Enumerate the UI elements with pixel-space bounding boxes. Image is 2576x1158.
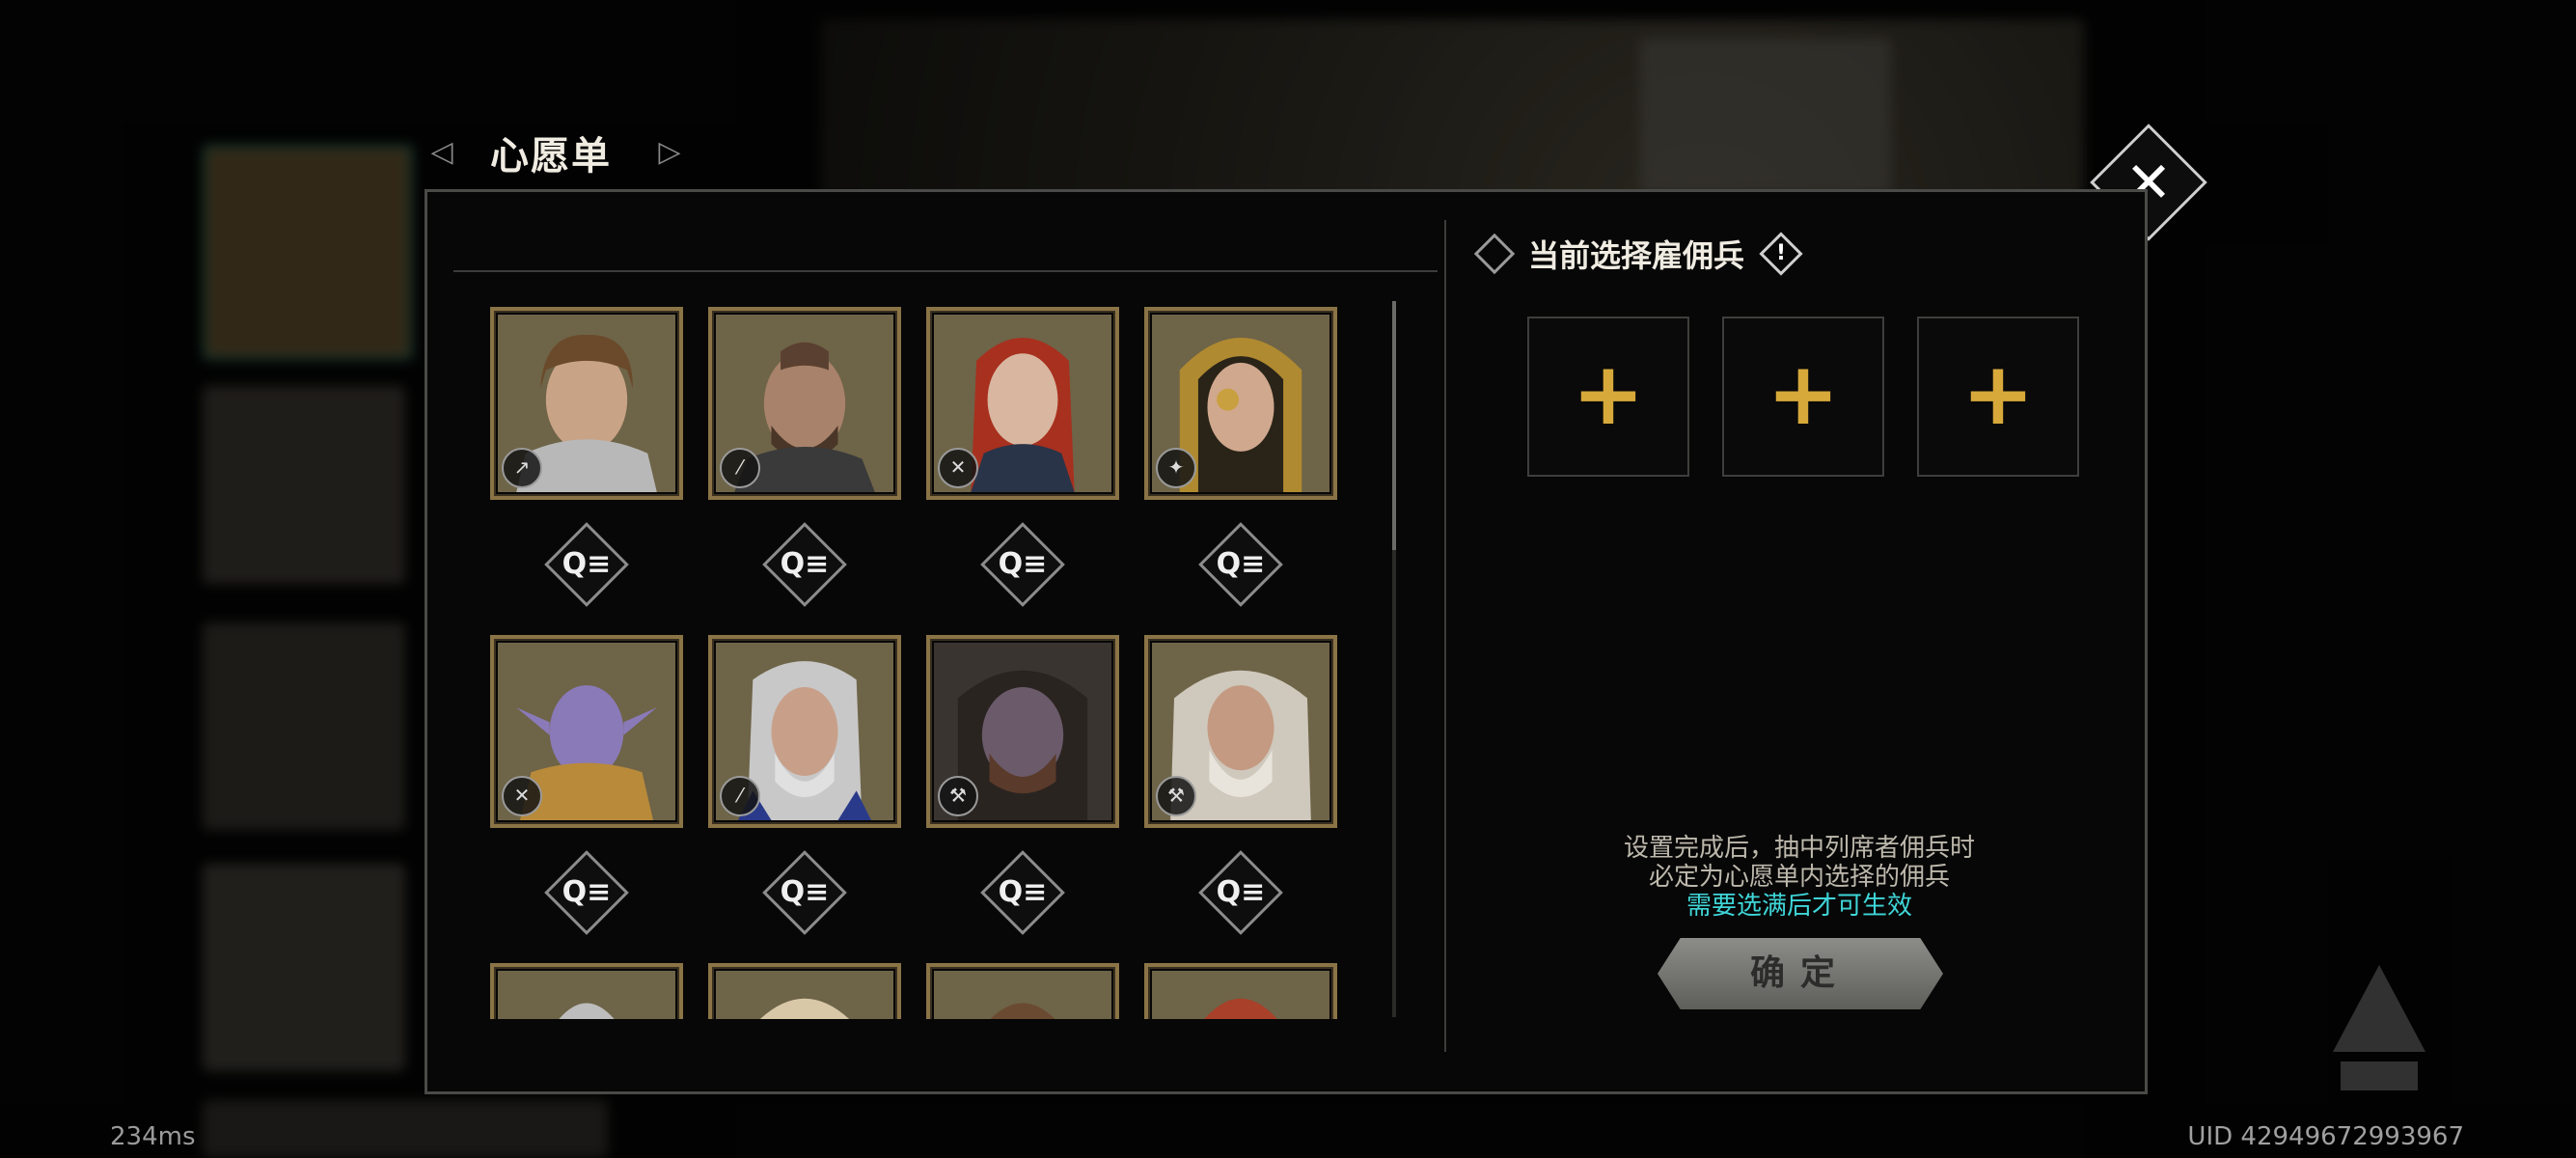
mercenary-grid: ↗ ⁄ ✕ ✦ Q≡ Q≡ Q≡ Q≡ ✕ ⁄ ⚒ ⚒ Q≡ Q≡ Q≡ Q≡ [488,307,1395,1019]
mercenary-card[interactable]: ⚒ [1144,635,1337,828]
search-detail-icon: Q≡ [562,547,612,581]
mercenary-portrait [934,971,1111,1019]
search-detail-icon: Q≡ [562,875,612,909]
view-details-button[interactable]: Q≡ [1198,522,1283,607]
selection-slot-3[interactable]: + [1917,317,2079,477]
selection-title: 当前选择雇佣兵 [1528,237,1745,274]
mercenary-card[interactable]: ↗ [490,307,683,500]
view-details-button[interactable]: Q≡ [544,522,629,607]
mercenary-card[interactable]: ⁄ [708,307,901,500]
info-icon[interactable]: ! [1759,232,1803,276]
axe-icon: ⚒ [1156,776,1196,816]
mercenary-card[interactable]: ✕ [490,635,683,828]
staff-icon: ✦ [1156,448,1196,488]
mercenary-portrait [498,971,675,1019]
search-detail-icon: Q≡ [780,547,830,581]
exclamation-icon: ! [1775,241,1787,265]
dialog-title-row: ◁ 心愿单 ▷ [425,124,687,181]
bow-icon: ✕ [502,776,542,816]
prev-arrow-icon[interactable]: ◁ [425,135,459,170]
list-header-divider [453,270,1438,272]
view-details-button[interactable]: Q≡ [1198,850,1283,935]
mercenary-card[interactable]: ✕ [926,307,1119,500]
mercenary-card[interactable] [490,963,683,1019]
axe-icon: ⚒ [938,776,978,816]
uid-readout: UID 42949672993967 [2187,1122,2464,1151]
diamond-icon [1473,233,1516,275]
info-highlight: 需要选满后才可生效 [1685,892,1912,921]
panel-divider [1444,220,1446,1052]
confirm-button[interactable]: 确定 [1658,938,1943,1009]
bow-icon: ✕ [938,448,978,488]
view-details-button[interactable]: Q≡ [980,850,1065,935]
mercenary-card[interactable] [708,963,901,1019]
search-detail-icon: Q≡ [998,547,1048,581]
selection-header: 当前选择雇佣兵 ! [1473,232,1803,276]
view-details-button[interactable]: Q≡ [544,850,629,935]
next-arrow-icon[interactable]: ▷ [652,135,687,170]
summon-icon [2333,965,2425,1090]
view-details-button[interactable]: Q≡ [762,522,847,607]
selection-slot-2[interactable]: + [1722,317,1884,477]
spear-icon: ↗ [502,448,542,488]
sword-icon: ⁄ [720,776,760,816]
mercenary-portrait [716,971,893,1019]
search-detail-icon: Q≡ [780,875,830,909]
search-detail-icon: Q≡ [1216,875,1266,909]
sword-icon: ⁄ [720,448,760,488]
mercenary-card[interactable]: ⚒ [926,635,1119,828]
view-details-button[interactable]: Q≡ [980,522,1065,607]
mercenary-card[interactable]: ⁄ [708,635,901,828]
view-details-button[interactable]: Q≡ [762,850,847,935]
mercenary-card[interactable] [926,963,1119,1019]
ping-readout: 234ms [110,1122,196,1151]
mercenary-card[interactable]: ✦ [1144,307,1337,500]
scrollbar-thumb[interactable] [1392,301,1396,550]
search-detail-icon: Q≡ [998,875,1048,909]
search-detail-icon: Q≡ [1216,547,1266,581]
dialog-title: 心愿单 [490,134,612,179]
mercenary-portrait [1152,971,1329,1019]
selection-slot-1[interactable]: + [1527,317,1689,477]
mercenary-card[interactable] [1144,963,1337,1019]
